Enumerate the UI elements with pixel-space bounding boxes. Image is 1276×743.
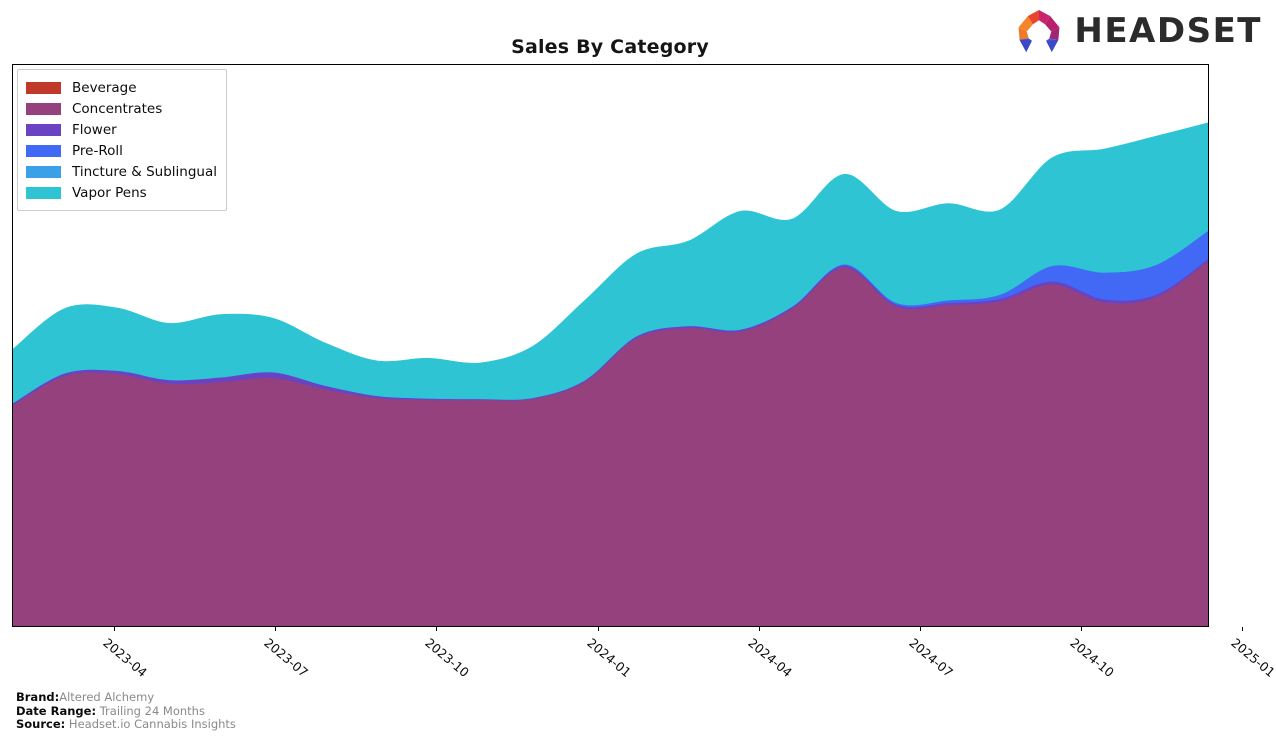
x-tick-mark: [275, 627, 276, 631]
footer-brand-line: Brand:Altered Alchemy: [16, 690, 236, 705]
footer-source-value: Headset.io Cannabis Insights: [68, 717, 236, 732]
x-tick-label: 2023-10: [422, 635, 473, 681]
x-tick-mark: [114, 627, 115, 631]
legend-item-tincture-sublingual[interactable]: Tincture & Sublingual: [26, 161, 217, 182]
x-tick-label: 2024-10: [1067, 635, 1118, 681]
footer-date-range-value: Trailing 24 Months: [99, 703, 205, 718]
legend-swatch-beverage: [26, 81, 61, 94]
footer-source-line: Source: Headset.io Cannabis Insights: [16, 717, 236, 732]
x-tick-mark: [1242, 627, 1243, 631]
legend-swatch-pre-roll: [26, 144, 61, 157]
legend-item-vapor-pens[interactable]: Vapor Pens: [26, 182, 217, 203]
legend-swatch-flower: [26, 123, 61, 136]
headset-brand-logo: HEADSET: [1013, 8, 1262, 54]
legend-item-flower[interactable]: Flower: [26, 119, 217, 140]
x-tick-mark: [920, 627, 921, 631]
footer-brand-key: Brand:: [16, 690, 60, 704]
legend-item-concentrates[interactable]: Concentrates: [26, 98, 217, 119]
x-tick-label: 2024-07: [906, 635, 957, 681]
x-tick-mark: [1081, 627, 1082, 631]
x-tick-label: 2024-04: [745, 635, 796, 681]
headset-wordmark: HEADSET: [1074, 11, 1262, 51]
legend-label-concentrates: Concentrates: [72, 100, 163, 117]
legend-item-beverage[interactable]: Beverage: [26, 77, 217, 98]
legend-label-pre-roll: Pre-Roll: [72, 142, 123, 159]
x-tick-label: 2023-04: [100, 635, 151, 681]
x-tick-mark: [759, 627, 760, 631]
x-tick-label: 2025-01: [1228, 635, 1276, 681]
legend-swatch-tincture-sublingual: [26, 165, 61, 178]
chart-legend: Beverage Concentrates Flower Pre-Roll Ti…: [17, 69, 227, 211]
chart-page: Sales By Category HEADSET Beverage Conce…: [0, 0, 1276, 743]
footer-date-range-key: Date Range:: [16, 703, 97, 718]
legend-label-flower: Flower: [72, 121, 117, 138]
legend-swatch-concentrates: [26, 102, 61, 115]
x-tick-label: 2024-01: [584, 635, 635, 681]
legend-item-pre-roll[interactable]: Pre-Roll: [26, 140, 217, 161]
x-tick-mark: [598, 627, 599, 631]
legend-label-tincture-sublingual: Tincture & Sublingual: [72, 163, 217, 180]
legend-label-vapor-pens: Vapor Pens: [72, 184, 147, 201]
footer-source-key: Source:: [16, 717, 66, 732]
footer-date-range-line: Date Range: Trailing 24 Months: [16, 703, 236, 719]
legend-swatch-vapor-pens: [26, 186, 61, 199]
headset-arch-logo-icon: [1018, 10, 1060, 52]
chart-footer: Brand:Altered Alchemy Date Range: Traili…: [16, 690, 236, 732]
x-tick-mark: [436, 627, 437, 631]
x-tick-label: 2023-07: [261, 635, 312, 681]
footer-brand-value: Altered Alchemy: [59, 690, 155, 704]
legend-label-beverage: Beverage: [72, 79, 137, 96]
x-axis: 2023-04 2023-07 2023-10 2024-01 2024-04 2024-…: [0, 627, 1276, 697]
